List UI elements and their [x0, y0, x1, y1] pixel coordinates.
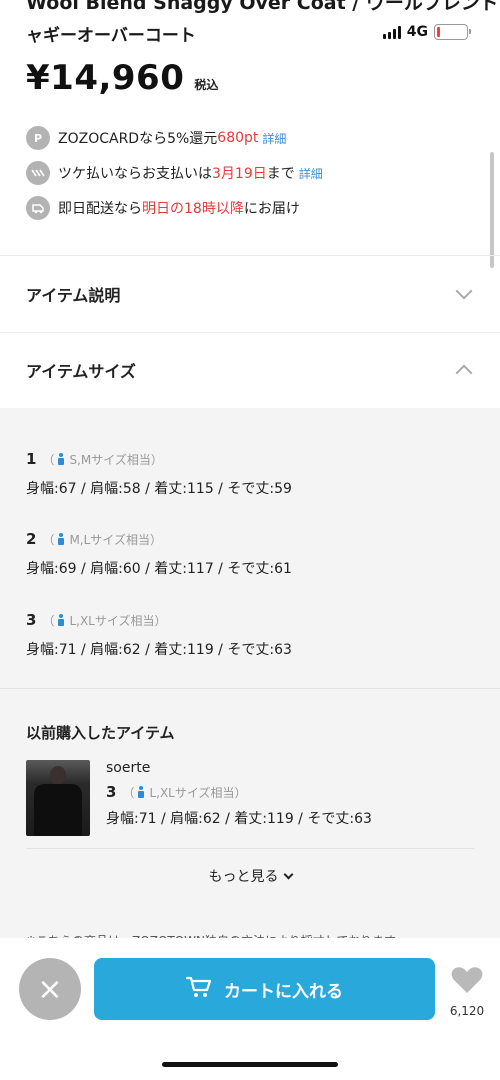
- deferred-payment-icon: [26, 161, 50, 185]
- benefit-text: 即日配送なら: [58, 201, 142, 217]
- accordion-item-size[interactable]: アイテムサイズ: [0, 332, 500, 408]
- divider: [26, 848, 474, 849]
- accordion-title: アイテム説明: [26, 286, 121, 305]
- benefit-detail-link[interactable]: 詳細: [299, 165, 323, 182]
- previous-purchase-title: 以前購入したアイテム: [26, 724, 175, 742]
- add-to-cart-label: カートに入れる: [224, 981, 343, 1002]
- benefit-text-post: まで: [266, 166, 295, 182]
- favorite-button[interactable]: 6,120: [446, 966, 488, 1018]
- size-number: 3: [106, 783, 117, 801]
- benefit-delivery: 即日配送なら 明日の18時以降 にお届け: [26, 196, 474, 220]
- product-thumbnail[interactable]: [26, 760, 90, 836]
- battery-icon: [434, 24, 471, 40]
- benefit-text-post: にお届け: [243, 201, 300, 217]
- size-equivalent: S,Mサイズ相当: [69, 452, 151, 467]
- show-more-label: もっと見る: [208, 869, 279, 885]
- size-measurements: 身幅:71 / 肩幅:62 / 着丈:119 / そで丈:63: [106, 811, 372, 827]
- person-icon: [138, 786, 145, 798]
- show-more-button[interactable]: もっと見る: [0, 866, 500, 886]
- bottom-action-bar: × カートに入れる 6,120: [0, 938, 500, 1080]
- size-equivalent: L,XLサイズ相当: [149, 785, 235, 800]
- size-equivalent: M,Lサイズ相当: [69, 532, 150, 547]
- points-icon: P: [26, 126, 50, 150]
- heart-icon: [451, 967, 483, 993]
- signal-icon: [382, 25, 401, 39]
- size-panel: 1 （ S,Mサイズ相当 ） 身幅:67 / 肩幅:58 / 着丈:115 / …: [0, 408, 500, 948]
- size-measurements: 身幅:67 / 肩幅:58 / 着丈:115 / そで丈:59: [26, 481, 292, 497]
- brand-name: soerte: [106, 760, 151, 776]
- price: ¥14,960: [26, 58, 185, 98]
- benefit-detail-link[interactable]: 詳細: [262, 130, 286, 147]
- chevron-down-icon: [283, 869, 293, 880]
- benefit-text: ZOZOCARDなら5%還元: [58, 131, 218, 147]
- size-number: 3: [26, 611, 37, 629]
- person-icon: [58, 533, 65, 545]
- product-title-line2-text: ャギーオーバーコート: [26, 26, 196, 46]
- accordion-item-description[interactable]: アイテム説明: [0, 256, 500, 332]
- add-to-cart-button[interactable]: カートに入れる: [94, 958, 435, 1020]
- size-equivalent: L,XLサイズ相当: [69, 613, 155, 628]
- delivery-icon: [26, 196, 50, 220]
- product-title-line2: ャギーオーバーコート: [26, 21, 196, 46]
- size-entry: 3 （ L,XLサイズ相当 ） 身幅:71 / 肩幅:62 / 着丈:119 /…: [26, 611, 292, 658]
- benefit-tsuke: ツケ払いならお支払いは 3月19日 まで 詳細: [26, 161, 474, 185]
- size-entry: 2 （ M,Lサイズ相当 ） 身幅:69 / 肩幅:60 / 着丈:117 / …: [26, 530, 292, 577]
- previous-purchase-item[interactable]: soerte 3 （ L,XLサイズ相当 ） 身幅:71 / 肩幅:62 / 着…: [26, 760, 372, 836]
- person-icon: [58, 453, 65, 465]
- home-indicator: [162, 1062, 338, 1067]
- close-button[interactable]: ×: [19, 958, 81, 1020]
- size-measurements: 身幅:69 / 肩幅:60 / 着丈:117 / そで丈:61: [26, 561, 292, 577]
- close-icon: ×: [37, 971, 63, 1007]
- accordion-title: アイテムサイズ: [26, 362, 136, 381]
- person-icon: [58, 614, 65, 626]
- network-label: 4G: [406, 24, 428, 40]
- benefit-highlight: 680pt: [217, 130, 259, 146]
- benefit-highlight: 3月19日: [212, 166, 267, 182]
- benefits-list: P ZOZOCARDなら5%還元 680pt 詳細 ツケ払いならお支払いは 3月…: [26, 126, 474, 231]
- status-bar: 4G: [382, 24, 471, 40]
- chevron-up-icon: [455, 364, 473, 382]
- chevron-down-icon: [455, 282, 473, 300]
- cart-icon: [185, 975, 212, 1004]
- size-measurements: 身幅:71 / 肩幅:62 / 着丈:119 / そで丈:63: [26, 642, 292, 658]
- size-number: 2: [26, 530, 37, 548]
- product-title-line1: Wool Blend Shaggy Over Coat / ウールブレンドシ: [26, 0, 500, 14]
- benefit-zozocard: P ZOZOCARDなら5%還元 680pt 詳細: [26, 126, 474, 150]
- divider: [0, 688, 500, 689]
- tax-label: 税込: [194, 78, 219, 92]
- benefit-highlight: 明日の18時以降: [142, 201, 244, 217]
- favorite-count: 6,120: [449, 1004, 485, 1018]
- battery-level: [437, 27, 441, 37]
- size-entry: 1 （ S,Mサイズ相当 ） 身幅:67 / 肩幅:58 / 着丈:115 / …: [26, 450, 292, 497]
- scrollbar[interactable]: [490, 152, 494, 268]
- benefit-text: ツケ払いならお支払いは: [58, 166, 212, 182]
- size-number: 1: [26, 450, 37, 468]
- price-row: ¥14,960 税込: [26, 58, 218, 98]
